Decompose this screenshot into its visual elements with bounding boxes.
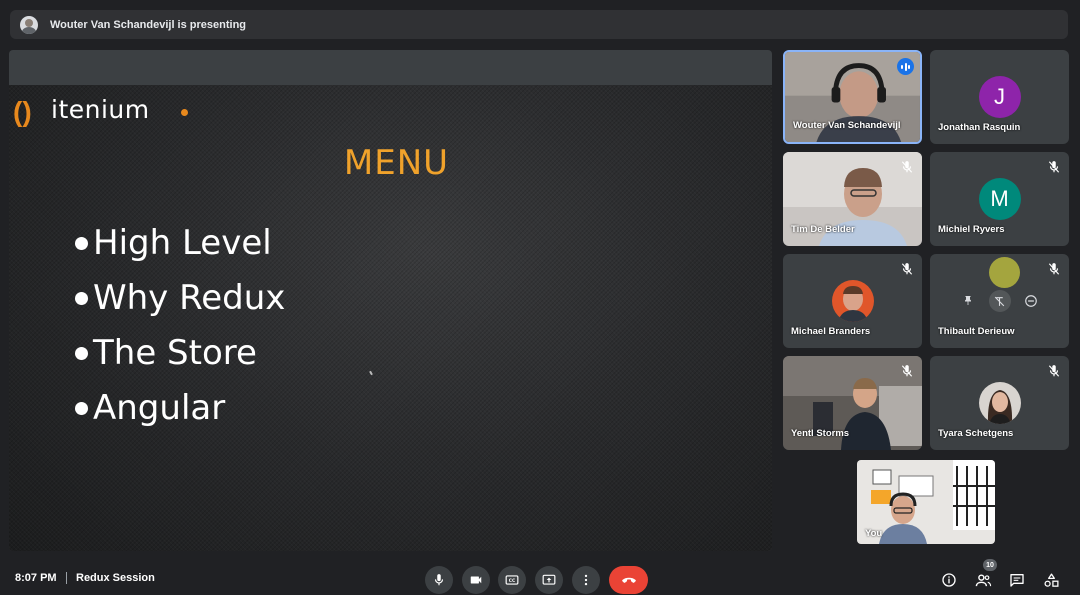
participant-name: Jonathan Rasquin bbox=[938, 122, 1021, 133]
meeting-time: 8:07 PM bbox=[15, 572, 57, 584]
present-button[interactable] bbox=[535, 566, 563, 594]
mic-button[interactable] bbox=[425, 566, 453, 594]
activities-button[interactable] bbox=[1040, 569, 1062, 591]
participant-count-badge: 10 bbox=[983, 559, 997, 571]
mic-off-icon bbox=[901, 161, 913, 173]
svg-text:CC: CC bbox=[509, 578, 515, 584]
mic-off-icon bbox=[1048, 263, 1060, 275]
participant-avatar: J bbox=[978, 76, 1021, 118]
logo-dot bbox=[181, 109, 188, 116]
captions-icon: CC bbox=[505, 575, 519, 585]
slide: () itenium MENU High Level Why Redux The… bbox=[9, 85, 772, 551]
participant-tile[interactable]: Wouter Van Schandevijl bbox=[783, 50, 922, 144]
meeting-details-button[interactable] bbox=[938, 569, 960, 591]
pin-icon[interactable] bbox=[957, 290, 979, 312]
mic-off-icon bbox=[1048, 365, 1060, 377]
bullet-text: The Store bbox=[93, 333, 257, 373]
meeting-control-bar: 8:07 PM Redux Session CC bbox=[0, 562, 1080, 595]
presenting-text: Wouter Van Schandevijl is presenting bbox=[50, 18, 247, 31]
bullet-text: Angular bbox=[93, 388, 226, 428]
participant-name: Michiel Ryvers bbox=[938, 224, 1005, 235]
end-call-icon bbox=[621, 577, 636, 583]
more-options-button[interactable] bbox=[572, 566, 600, 594]
slide-bullet: Why Redux bbox=[75, 271, 285, 326]
camera-button[interactable] bbox=[462, 566, 490, 594]
chat-icon bbox=[1010, 574, 1024, 587]
self-name-label: You bbox=[865, 528, 883, 539]
people-icon bbox=[975, 573, 991, 586]
participant-name: Thibault Derieuw bbox=[938, 326, 1015, 337]
remove-icon[interactable] bbox=[1020, 290, 1042, 312]
present-icon bbox=[542, 574, 556, 585]
bullet-text: High Level bbox=[93, 223, 272, 263]
people-button[interactable] bbox=[972, 569, 994, 591]
mouse-pointer bbox=[369, 370, 373, 376]
activities-icon bbox=[1043, 572, 1059, 587]
mic-icon bbox=[434, 574, 444, 586]
end-call-button[interactable] bbox=[609, 566, 648, 594]
participant-tile[interactable]: Tim De Belder bbox=[783, 152, 922, 246]
participant-tile[interactable]: Yentl Storms bbox=[783, 356, 922, 450]
participant-photo bbox=[978, 382, 1021, 424]
chat-button[interactable] bbox=[1006, 569, 1028, 591]
participant-name: Yentl Storms bbox=[791, 428, 850, 439]
camera-icon bbox=[470, 576, 482, 584]
participant-tile[interactable]: Thibault Derieuw bbox=[930, 254, 1069, 348]
participant-name: Michael Branders bbox=[791, 326, 871, 337]
more-icon bbox=[584, 574, 588, 586]
bullet-dot bbox=[75, 347, 88, 360]
slide-bullet-list: High Level Why Redux The Store Angular bbox=[75, 216, 285, 436]
speaking-indicator-icon bbox=[897, 58, 914, 75]
bullet-dot bbox=[75, 237, 88, 250]
participant-tile[interactable]: Michael Branders bbox=[783, 254, 922, 348]
itenium-logo-mark: () bbox=[13, 96, 32, 127]
participant-photo bbox=[831, 280, 874, 322]
bullet-dot bbox=[75, 402, 88, 415]
captions-button[interactable]: CC bbox=[498, 566, 526, 594]
slide-title: MENU bbox=[343, 143, 450, 183]
bullet-text: Why Redux bbox=[93, 278, 286, 318]
participant-tile[interactable]: M Michiel Ryvers bbox=[930, 152, 1069, 246]
participant-name: Wouter Van Schandevijl bbox=[793, 120, 901, 131]
slide-bullet: Angular bbox=[75, 381, 285, 436]
slide-bullet: The Store bbox=[75, 326, 285, 381]
bullet-dot bbox=[75, 292, 88, 305]
tile-hover-controls bbox=[953, 288, 1046, 314]
presenting-banner: Wouter Van Schandevijl is presenting bbox=[10, 10, 1068, 39]
divider bbox=[66, 572, 67, 584]
participant-avatar: M bbox=[978, 178, 1021, 220]
mic-off-icon bbox=[901, 365, 913, 377]
mic-off-icon bbox=[1048, 161, 1060, 173]
mute-participant-icon[interactable] bbox=[988, 290, 1011, 312]
presenter-avatar bbox=[20, 15, 38, 34]
meeting-name: Redux Session bbox=[76, 572, 155, 584]
presentation-stage: () itenium MENU High Level Why Redux The… bbox=[9, 50, 772, 551]
slide-bullet: High Level bbox=[75, 216, 285, 271]
cursor-highlight bbox=[989, 257, 1020, 288]
info-icon bbox=[942, 573, 956, 587]
participant-tile[interactable]: J Jonathan Rasquin bbox=[930, 50, 1069, 144]
mic-off-icon bbox=[901, 263, 913, 275]
self-view-tile[interactable]: You bbox=[857, 460, 995, 544]
participant-name: Tyara Schetgens bbox=[938, 428, 1014, 439]
itenium-logo-text: itenium bbox=[51, 95, 150, 124]
participant-tile[interactable]: Tyara Schetgens bbox=[930, 356, 1069, 450]
participant-name: Tim De Belder bbox=[791, 224, 855, 235]
